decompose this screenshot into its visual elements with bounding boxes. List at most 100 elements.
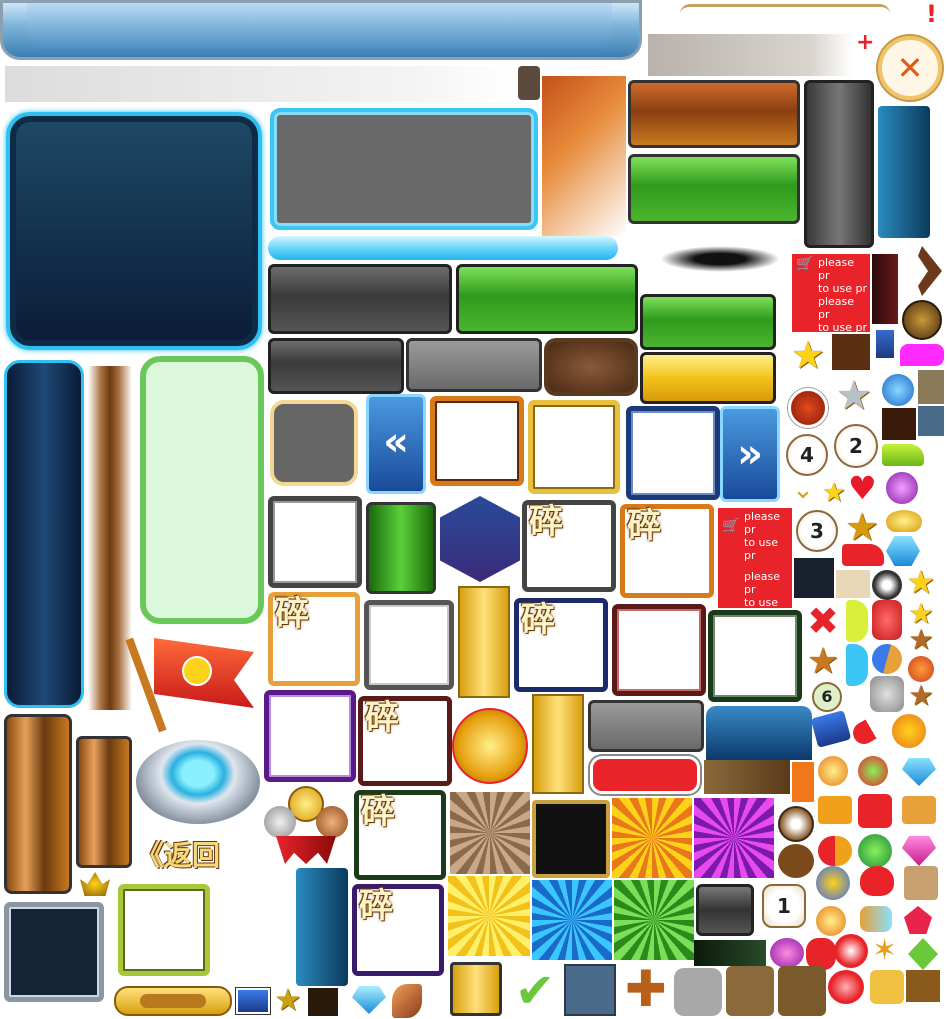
brown-rounded-tile	[726, 966, 774, 1016]
gray-rounded-tile	[674, 968, 722, 1016]
fragment-label: 碎	[627, 506, 661, 546]
brown-button[interactable]	[544, 338, 638, 396]
shadow-ellipse	[660, 246, 780, 272]
gray-gradient-bar	[5, 66, 515, 102]
gold-vertical-tile	[458, 586, 510, 698]
check-icon: ✔	[514, 963, 556, 1019]
brown-rounded-tile-2	[778, 966, 826, 1016]
orange-gradient-strip	[542, 76, 626, 236]
orange-tab	[792, 762, 814, 802]
dark-gray-vertical-button[interactable]	[804, 80, 874, 248]
close-icon: ✕	[896, 49, 924, 87]
cart-ad-strip-1[interactable]: please pr to use pr please pr to use pr …	[792, 254, 870, 332]
cyan-progress-bar	[268, 236, 618, 260]
sunburst-tile-brown	[450, 792, 530, 874]
dark-gray-square-button[interactable]	[696, 884, 754, 936]
top-panel-bar	[0, 0, 642, 60]
brown-square	[832, 334, 870, 370]
fragment-label: 碎	[365, 698, 399, 738]
cart-ad-strip-2[interactable]: please pr to use pr please pr to use pr …	[718, 508, 792, 608]
item-frame-navy[interactable]	[626, 406, 720, 500]
beige-square	[836, 570, 870, 598]
red-tag	[842, 544, 884, 566]
gray-fade-bar	[648, 34, 852, 76]
small-star-icon: ★	[822, 478, 846, 508]
item-frame-maroon[interactable]	[612, 604, 706, 696]
flag-icon	[125, 630, 260, 734]
dark-swatch-bottom	[308, 988, 338, 1016]
yin-yang-icon	[778, 806, 814, 842]
plus-small-icon: +	[856, 30, 875, 55]
fragment-label: 碎	[359, 886, 393, 926]
item-frame-purple[interactable]	[264, 690, 356, 782]
fragment-frame-green[interactable]: 碎	[354, 790, 446, 880]
tech-panel-tall	[4, 360, 84, 708]
next-arrow-button[interactable]: »	[720, 406, 780, 502]
item-frame-gold[interactable]	[528, 400, 620, 494]
gray-button-1[interactable]	[268, 264, 452, 334]
item-frame-lime[interactable]	[118, 884, 210, 976]
close-button[interactable]: ✕	[878, 36, 942, 100]
navy-silver-frame[interactable]	[4, 902, 104, 1002]
tech-panel-large	[6, 112, 262, 350]
fragment-label: 碎	[521, 600, 555, 640]
gray-button-3[interactable]	[406, 338, 542, 392]
brown-tall-panel-2	[76, 736, 132, 868]
red-badge-icon	[872, 600, 902, 640]
gray-button-2[interactable]	[268, 338, 404, 394]
gold-coin-icon	[452, 708, 528, 784]
cart-ad-line-3: please pr	[818, 295, 855, 321]
number-badge-4: 4	[786, 434, 828, 476]
sunburst-tile-orange	[612, 798, 692, 878]
prev-arrow-button[interactable]: «	[366, 394, 426, 494]
black-gold-tile	[532, 800, 610, 878]
orange-button[interactable]	[628, 80, 800, 148]
fragment-frame-navy[interactable]: 碎	[514, 598, 608, 692]
fragment-frame-gray[interactable]: 碎	[522, 500, 616, 592]
next-arrow-icon: »	[737, 431, 763, 477]
top-panel-inner	[27, 3, 612, 49]
big-plus-icon: ✚	[625, 960, 667, 1018]
sunburst-icon	[872, 570, 902, 600]
cart-ad-line-2: to use pr	[818, 282, 868, 295]
dark-star-icon: ★	[844, 505, 880, 549]
red-orb-icon	[788, 388, 828, 428]
crown-emblem-icon	[80, 872, 110, 896]
blue-card-icon	[810, 710, 852, 748]
fragment-frame-gold[interactable]: 碎	[268, 592, 360, 686]
fragment-frame-orange[interactable]: 碎	[620, 504, 714, 598]
fragment-frame-purple[interactable]: 碎	[352, 884, 444, 976]
portal-platform-icon	[136, 740, 260, 824]
green-button-wide[interactable]	[628, 154, 800, 224]
fragment-label: 碎	[275, 594, 309, 634]
cart-ad-line-1: please pr	[818, 256, 855, 282]
star-outline-icon: ★	[906, 563, 936, 601]
red-button[interactable]	[590, 756, 700, 794]
silver-robot-icon	[870, 676, 904, 712]
gray-button-4[interactable]	[588, 700, 704, 752]
brown-vertical-bar	[88, 366, 132, 710]
brown-tall-panel	[4, 714, 72, 894]
gold-button[interactable]	[640, 352, 776, 404]
brown-gradient-bar	[704, 760, 790, 794]
back-label[interactable]: 《返回	[136, 834, 262, 878]
yin-yang-purple-icon	[884, 470, 920, 506]
item-frame-dark-green[interactable]	[708, 610, 802, 702]
sunburst-tile-blue	[532, 880, 612, 960]
cyan-tag	[846, 644, 868, 686]
icon-cluster-right	[818, 756, 944, 878]
item-frame-black[interactable]	[268, 496, 362, 588]
prev-arrow-icon: «	[383, 419, 409, 465]
fragment-label: 碎	[529, 502, 563, 542]
blue-vertical-panel-2	[296, 868, 348, 986]
fragment-frame-maroon[interactable]: 碎	[358, 696, 452, 786]
item-frame-slate[interactable]	[364, 600, 454, 690]
item-frame-orange[interactable]	[430, 396, 524, 486]
fragment-label: 碎	[361, 792, 395, 832]
number-badge-3: 3	[796, 510, 838, 552]
card-icon	[874, 328, 896, 360]
green-button-2[interactable]	[456, 264, 638, 334]
chevron-down-icon: ⌄	[792, 475, 814, 505]
cart-ad-line-3: please pr	[744, 570, 781, 596]
green-button-3[interactable]	[640, 294, 776, 350]
